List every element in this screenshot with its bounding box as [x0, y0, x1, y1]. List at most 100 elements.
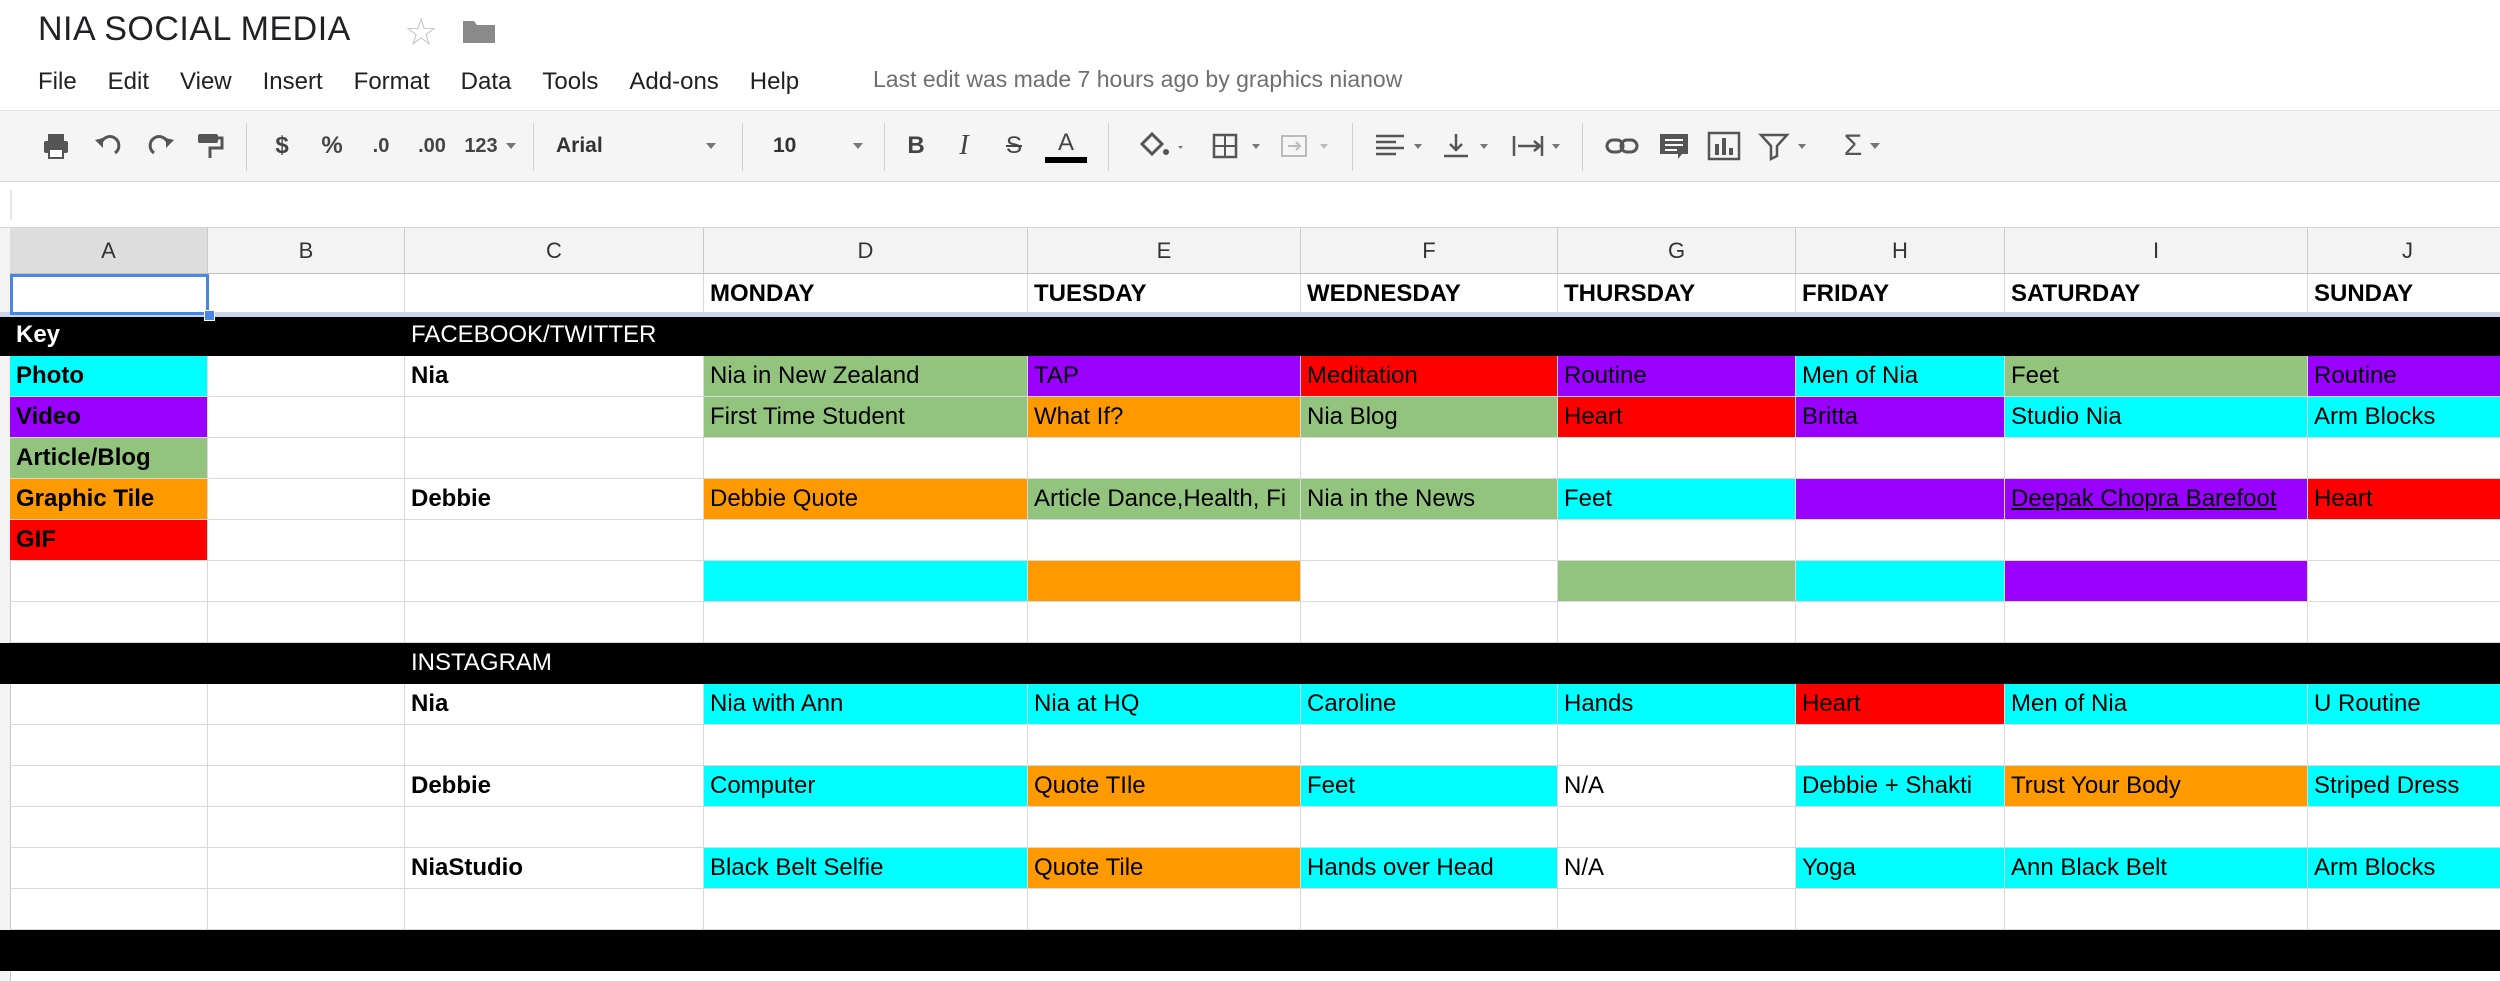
cell-d7[interactable]: Debbie Quote: [704, 479, 1028, 520]
cell-h18[interactable]: [1796, 930, 2005, 971]
font-size-select[interactable]: 10: [773, 125, 863, 167]
cell-b4[interactable]: [208, 356, 405, 397]
cell-j9[interactable]: [2308, 561, 2500, 602]
cell-i3[interactable]: [2005, 315, 2308, 356]
cell-g15[interactable]: [1558, 807, 1796, 848]
cell-c2[interactable]: [405, 274, 704, 315]
cell-h16[interactable]: Yoga: [1796, 848, 2005, 889]
horizontal-align-icon[interactable]: [1372, 125, 1430, 167]
cell-e11[interactable]: [1028, 643, 1301, 684]
cell-f8[interactable]: [1301, 520, 1558, 561]
column-header-j[interactable]: J: [2308, 228, 2500, 274]
cell-f13[interactable]: [1301, 725, 1558, 766]
cell-c14[interactable]: Debbie: [405, 766, 704, 807]
column-header-b[interactable]: B: [208, 228, 405, 274]
cell-b16[interactable]: [208, 848, 405, 889]
cell-h2[interactable]: FRIDAY: [1796, 274, 2005, 315]
chart-icon[interactable]: [1706, 125, 1742, 167]
cell-f4[interactable]: Meditation: [1301, 356, 1558, 397]
cell-h11[interactable]: [1796, 643, 2005, 684]
cell-g11[interactable]: [1558, 643, 1796, 684]
cell-d10[interactable]: [704, 602, 1028, 643]
cell-d9[interactable]: [704, 561, 1028, 602]
cell-g7[interactable]: Feet: [1558, 479, 1796, 520]
column-header-i[interactable]: I: [2005, 228, 2308, 274]
cell-i4[interactable]: Feet: [2005, 356, 2308, 397]
cell-j12[interactable]: U Routine: [2308, 684, 2500, 725]
star-icon[interactable]: ☆: [404, 10, 438, 55]
more-formats-button[interactable]: 123: [460, 125, 520, 167]
cell-e4[interactable]: TAP: [1028, 356, 1301, 397]
cell-g14[interactable]: N/A: [1558, 766, 1796, 807]
cell-a10[interactable]: [10, 602, 208, 643]
cell-f10[interactable]: [1301, 602, 1558, 643]
cell-g18[interactable]: [1558, 930, 1796, 971]
cell-h7[interactable]: [1796, 479, 2005, 520]
cell-i9[interactable]: [2005, 561, 2308, 602]
cell-d17[interactable]: [704, 889, 1028, 930]
cell-j3[interactable]: [2308, 315, 2500, 356]
cell-j11[interactable]: [2308, 643, 2500, 684]
cell-g13[interactable]: [1558, 725, 1796, 766]
cell-f12[interactable]: Caroline: [1301, 684, 1558, 725]
column-header-h[interactable]: H: [1796, 228, 2005, 274]
cell-i18[interactable]: [2005, 930, 2308, 971]
cell-j4[interactable]: Routine: [2308, 356, 2500, 397]
menu-view[interactable]: View: [180, 68, 232, 96]
cell-j15[interactable]: [2308, 807, 2500, 848]
cell-h12[interactable]: Heart: [1796, 684, 2005, 725]
cell-e16[interactable]: Quote Tile: [1028, 848, 1301, 889]
cell-h3[interactable]: [1796, 315, 2005, 356]
cell-a4[interactable]: Photo: [10, 356, 208, 397]
cell-g2[interactable]: THURSDAY: [1558, 274, 1796, 315]
bold-button[interactable]: B: [904, 125, 928, 167]
cell-c17[interactable]: [405, 889, 704, 930]
cell-g3[interactable]: [1558, 315, 1796, 356]
cell-b7[interactable]: [208, 479, 405, 520]
cell-f9[interactable]: [1301, 561, 1558, 602]
cell-g6[interactable]: [1558, 438, 1796, 479]
cell-i8[interactable]: [2005, 520, 2308, 561]
cell-c6[interactable]: [405, 438, 704, 479]
cell-e12[interactable]: Nia at HQ: [1028, 684, 1301, 725]
cell-b13[interactable]: [208, 725, 405, 766]
column-header-a[interactable]: A: [10, 228, 208, 274]
last-edit-status[interactable]: Last edit was made 7 hours ago by graphi…: [873, 66, 1402, 93]
cell-h10[interactable]: [1796, 602, 2005, 643]
cell-d5[interactable]: First Time Student: [704, 397, 1028, 438]
menu-tools[interactable]: Tools: [542, 68, 598, 96]
column-header-d[interactable]: D: [704, 228, 1028, 274]
menu-help[interactable]: Help: [750, 68, 799, 96]
cell-b9[interactable]: [208, 561, 405, 602]
menu-data[interactable]: Data: [461, 68, 512, 96]
cell-a17[interactable]: [10, 889, 208, 930]
formula-bar[interactable]: [0, 182, 2500, 228]
comment-icon[interactable]: [1656, 125, 1692, 167]
cell-i13[interactable]: [2005, 725, 2308, 766]
column-header-g[interactable]: G: [1558, 228, 1796, 274]
freeze-divider[interactable]: [0, 312, 2500, 317]
menu-insert[interactable]: Insert: [263, 68, 323, 96]
cell-e10[interactable]: [1028, 602, 1301, 643]
cell-d3[interactable]: [704, 315, 1028, 356]
cell-b2[interactable]: [208, 274, 405, 315]
cell-c3[interactable]: FACEBOOK/TWITTER: [405, 315, 704, 356]
cell-g12[interactable]: Hands: [1558, 684, 1796, 725]
cell-e18[interactable]: [1028, 930, 1301, 971]
italic-button[interactable]: I: [952, 125, 976, 167]
borders-icon[interactable]: [1208, 125, 1266, 167]
strikethrough-button[interactable]: S: [1002, 125, 1026, 167]
cell-c8[interactable]: [405, 520, 704, 561]
cell-e3[interactable]: [1028, 315, 1301, 356]
fill-handle[interactable]: [204, 310, 215, 321]
increase-decimal-button[interactable]: .00: [412, 125, 452, 167]
cell-c11[interactable]: INSTAGRAM: [405, 643, 704, 684]
undo-icon[interactable]: [93, 125, 125, 167]
cell-e13[interactable]: [1028, 725, 1301, 766]
cell-a7[interactable]: Graphic Tile: [10, 479, 208, 520]
cell-b8[interactable]: [208, 520, 405, 561]
cell-j5[interactable]: Arm Blocks: [2308, 397, 2500, 438]
column-header-f[interactable]: F: [1301, 228, 1558, 274]
cell-e9[interactable]: [1028, 561, 1301, 602]
cell-h6[interactable]: [1796, 438, 2005, 479]
